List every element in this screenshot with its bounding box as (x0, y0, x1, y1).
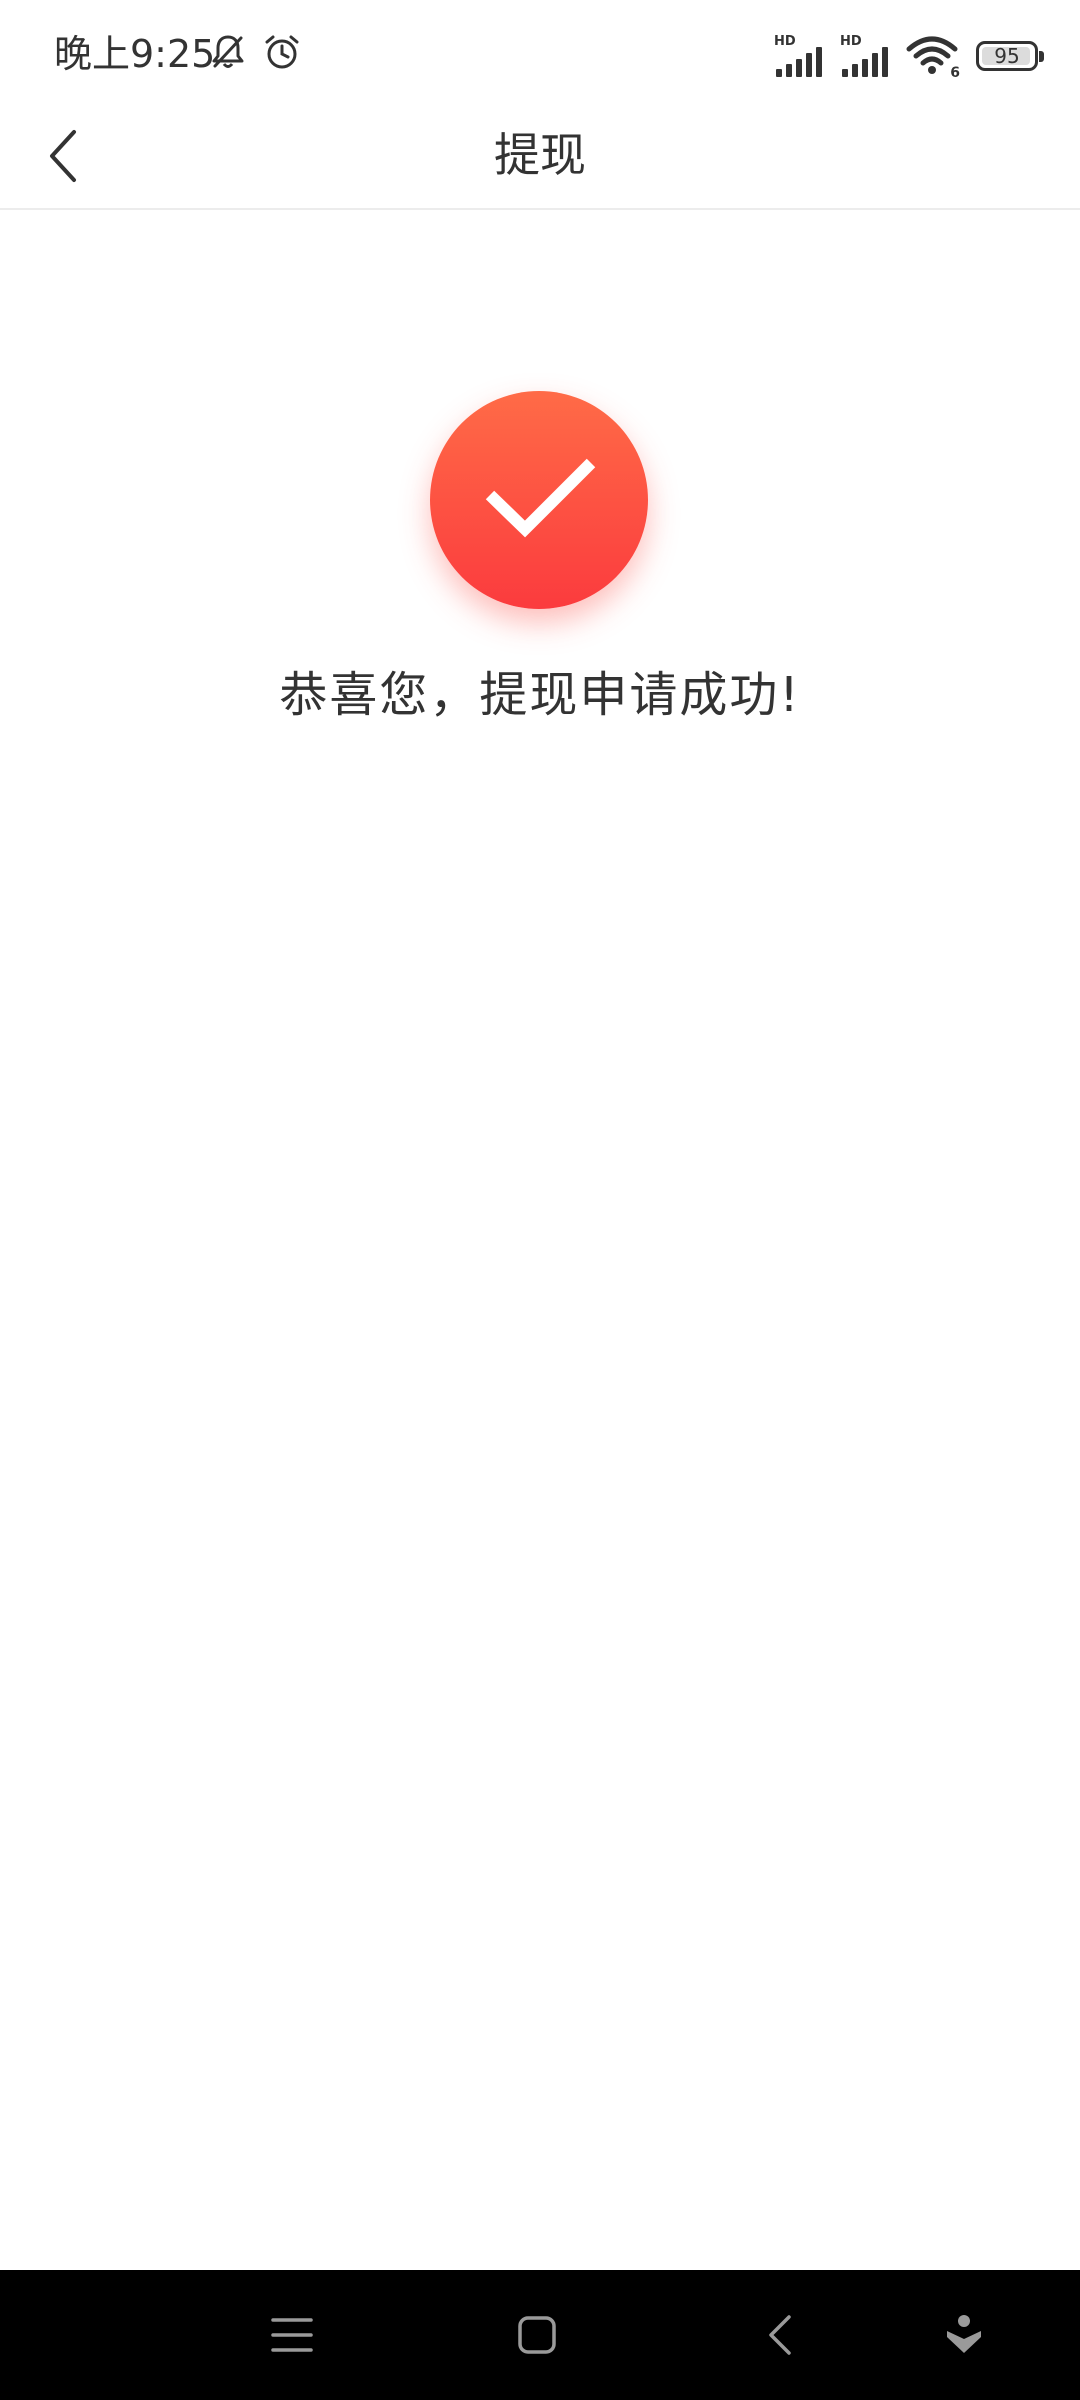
signal-bars-icon (776, 47, 822, 77)
success-badge (430, 391, 648, 609)
status-time: 晚上9:25 (54, 32, 216, 76)
signal-1: HD (774, 35, 826, 77)
status-bar: 晚上9:25 HD HD 6 95 (0, 0, 1080, 100)
battery-text: 95 (994, 44, 1020, 68)
nav-bar: 提现 (0, 100, 1080, 210)
assistant-icon (947, 2315, 981, 2353)
system-nav-bar (0, 2270, 1080, 2400)
back-icon (769, 2315, 791, 2355)
status-left-icons (208, 32, 302, 72)
success-message: 恭喜您，提现申请成功! (279, 667, 801, 723)
wifi-label: 6 (950, 65, 960, 81)
bell-muted-icon (208, 32, 248, 72)
home-icon (518, 2316, 556, 2354)
alarm-icon (262, 32, 302, 72)
page-title: 提现 (494, 128, 586, 182)
wifi: 6 (906, 35, 960, 81)
signal-bars-icon (842, 47, 888, 77)
signal-2: HD (840, 35, 892, 77)
assistant-button[interactable] (924, 2295, 1004, 2375)
battery-icon: 95 (976, 41, 1044, 71)
checkmark-icon (485, 458, 596, 538)
status-right: HD HD 6 95 (774, 30, 1044, 82)
menu-button[interactable] (252, 2295, 332, 2375)
menu-icon (271, 2318, 313, 2352)
home-button[interactable] (497, 2295, 577, 2375)
back-nav-button[interactable] (740, 2295, 820, 2375)
